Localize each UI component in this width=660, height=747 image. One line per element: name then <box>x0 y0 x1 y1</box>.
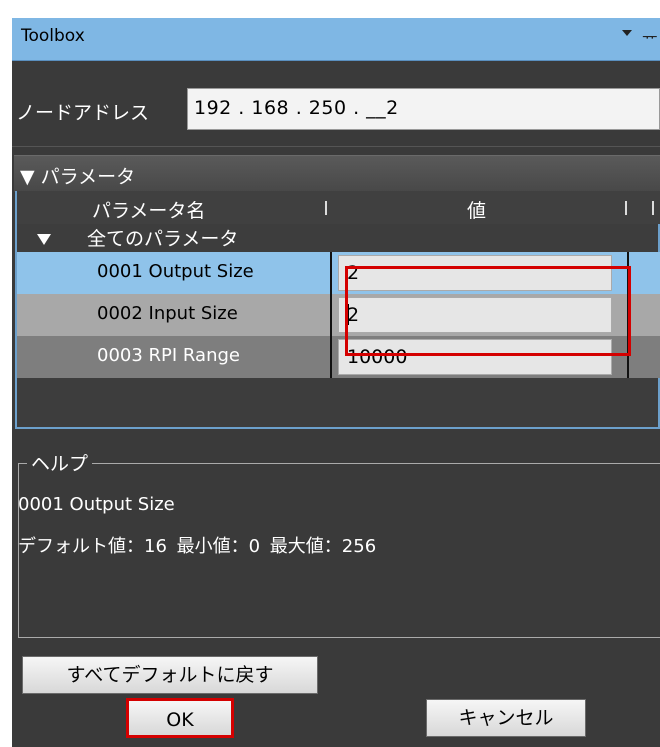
reset-defaults-button[interactable]: すべてデフォルトに戻す <box>22 656 318 694</box>
help-title: ヘルプ <box>27 449 93 476</box>
dropdown-arrow-icon[interactable] <box>622 30 632 36</box>
cell-divider <box>330 252 332 294</box>
group-all-parameters[interactable]: 全てのパラメータ <box>17 224 660 252</box>
help-group: ヘルプ 0001 Output Size デフォルト値：16 最小値：0 最大値… <box>18 449 660 638</box>
column-header-name[interactable]: パラメータ名 <box>92 196 205 223</box>
separator <box>12 146 660 147</box>
node-address-field[interactable]: 192 . 168 . 250 . __2 <box>187 88 660 130</box>
window-title: Toolbox <box>21 26 85 46</box>
param-name-cell[interactable]: 0002 Input Size <box>17 294 330 336</box>
param-name: 0002 Input Size <box>97 303 238 324</box>
parameters-section-title: ▼ パラメータ <box>20 166 136 188</box>
value-highlight-box <box>345 266 631 356</box>
param-name-cell[interactable]: 0003 RPI Range <box>17 336 330 378</box>
ok-button[interactable]: OK <box>126 698 234 738</box>
column-divider[interactable] <box>625 201 627 215</box>
toolbox-panel: Toolbox ᅲ ノードアドレス 192 . 168 . 250 . __2 … <box>12 18 660 747</box>
help-details: デフォルト値：16 最小値：0 最大値：256 <box>18 536 377 557</box>
cell-divider <box>330 336 332 378</box>
collapse-triangle-icon[interactable] <box>37 234 51 245</box>
title-bar: Toolbox ᅲ <box>12 18 660 61</box>
column-divider[interactable] <box>325 201 327 215</box>
cancel-button[interactable]: キャンセル <box>426 699 586 737</box>
column-header-value[interactable]: 値 <box>467 196 486 223</box>
pin-icon[interactable]: ᅲ <box>642 23 658 48</box>
parameters-section-header[interactable]: ▼ パラメータ <box>14 155 660 192</box>
param-name: 0003 RPI Range <box>97 345 240 366</box>
group-label: 全てのパラメータ <box>87 228 239 250</box>
column-divider[interactable] <box>652 201 654 215</box>
node-address-label: ノードアドレス <box>16 102 150 124</box>
param-name-cell[interactable]: 0001 Output Size <box>17 252 330 294</box>
grid-column-header: パラメータ名 値 <box>17 191 660 224</box>
cell-divider <box>330 294 332 336</box>
param-name: 0001 Output Size <box>97 261 254 282</box>
node-address-value: 192 . 168 . 250 . __2 <box>194 97 399 119</box>
help-selected-param: 0001 Output Size <box>18 494 175 515</box>
